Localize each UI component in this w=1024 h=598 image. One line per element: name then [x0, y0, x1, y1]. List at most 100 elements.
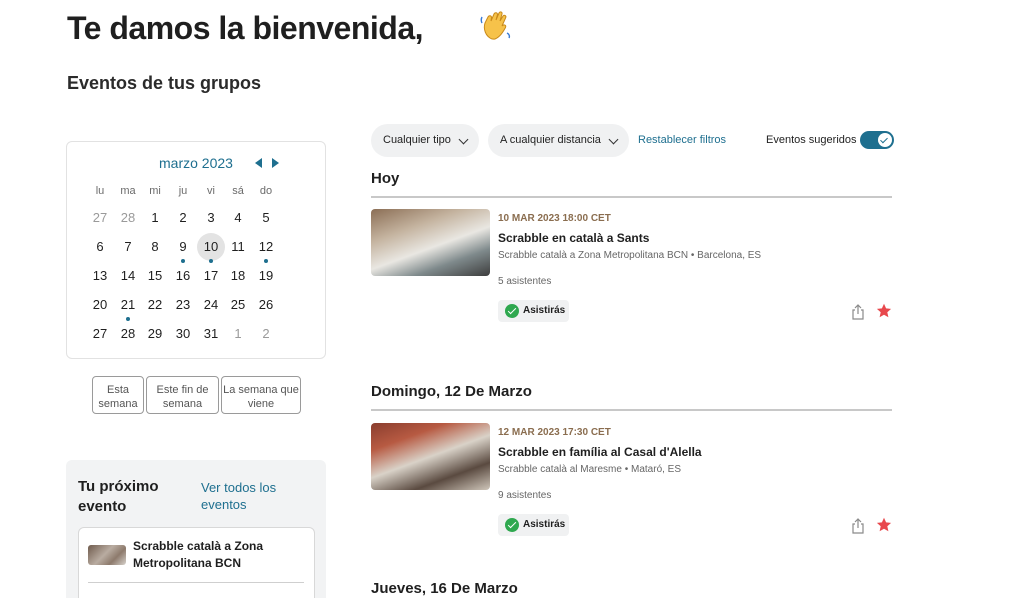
calendar-day-number: 28 [120, 210, 136, 225]
calendar-day[interactable]: 30 [169, 320, 197, 348]
calendar-day[interactable]: 28 [114, 204, 142, 232]
check-circle-icon [505, 304, 519, 318]
prev-month-icon[interactable] [255, 158, 262, 168]
calendar-day[interactable]: 9 [169, 233, 197, 263]
calendar-day[interactable]: 6 [86, 233, 114, 261]
type-filter-label: Cualquier tipo [383, 134, 451, 146]
calendar-day-number: 2 [179, 210, 187, 225]
event-title[interactable]: Scrabble en família al Casal d'Alella [498, 445, 702, 459]
calendar-day[interactable]: 21 [114, 291, 142, 321]
calendar-day[interactable]: 11 [224, 233, 252, 261]
calendar-day[interactable]: 27 [86, 320, 114, 348]
calendar-day[interactable]: 16 [169, 262, 197, 290]
welcome-heading: Te damos la bienvenida, [67, 10, 424, 46]
next-event-card[interactable]: Scrabble català a Zona Metropolitana BCN [78, 527, 315, 598]
calendar-day[interactable]: 19 [252, 262, 280, 290]
calendar-day-number: 13 [92, 268, 108, 283]
calendar-day-number: 25 [230, 297, 246, 312]
weekday-label: vi [207, 185, 215, 197]
attending-badge: Asistirás [498, 514, 569, 536]
reset-filters-link[interactable]: Restablecer filtros [638, 134, 726, 146]
star-icon[interactable] [876, 303, 892, 319]
calendar-day-number: 7 [124, 239, 132, 254]
calendar-day[interactable]: 17 [197, 262, 225, 290]
weekday-label: ju [178, 185, 188, 197]
calendar-day[interactable]: 14 [114, 262, 142, 290]
distance-filter-label: A cualquier distancia [500, 134, 601, 146]
calendar-day[interactable]: 1 [141, 204, 169, 232]
share-icon[interactable] [851, 304, 865, 320]
toggle-knob [878, 133, 892, 147]
weekday-label: lu [95, 185, 105, 197]
calendar-day-number: 11 [231, 239, 245, 254]
calendar-day-number: 31 [203, 326, 219, 341]
event-image[interactable] [371, 423, 490, 490]
calendar-day[interactable]: 13 [86, 262, 114, 290]
calendar-day[interactable]: 24 [197, 291, 225, 319]
next-week-button[interactable]: La semana que viene [221, 376, 301, 414]
calendar-day-number: 17 [203, 268, 219, 283]
distance-filter-dropdown[interactable]: A cualquier distancia [488, 124, 629, 157]
check-circle-icon [505, 518, 519, 532]
calendar-day-number: 21 [120, 297, 136, 312]
calendar-day-number: 3 [207, 210, 215, 225]
calendar-day-number: 27 [92, 326, 108, 341]
next-month-icon[interactable] [272, 158, 279, 168]
calendar-day[interactable]: 7 [114, 233, 142, 261]
calendar-day[interactable]: 8 [141, 233, 169, 261]
calendar-day-number: 28 [120, 326, 136, 341]
day-heading: Hoy [371, 170, 400, 187]
calendar-day[interactable]: 26 [252, 291, 280, 319]
event-date: 12 MAR 2023 17:30 CET [498, 427, 611, 438]
calendar-day-number: 14 [120, 268, 136, 283]
calendar-day[interactable]: 3 [197, 204, 225, 232]
event-title[interactable]: Scrabble en català a Sants [498, 231, 649, 245]
calendar-day[interactable]: 2 [252, 320, 280, 348]
calendar-day[interactable]: 15 [141, 262, 169, 290]
attending-label: Asistirás [523, 305, 566, 316]
calendar-day[interactable]: 31 [197, 320, 225, 348]
calendar-day[interactable]: 22 [141, 291, 169, 319]
calendar-day-number: 10 [203, 239, 219, 254]
calendar-day-number: 9 [179, 239, 187, 254]
calendar-day[interactable]: 18 [224, 262, 252, 290]
type-filter-dropdown[interactable]: Cualquier tipo [371, 124, 479, 157]
calendar-day[interactable]: 29 [141, 320, 169, 348]
calendar-day[interactable]: 12 [252, 233, 280, 263]
event-attendees: 9 asistentes [498, 490, 552, 501]
calendar-day[interactable]: 10 [197, 233, 225, 263]
calendar-day-number: 19 [258, 268, 274, 283]
calendar-day-number: 16 [175, 268, 191, 283]
calendar-day[interactable]: 4 [224, 204, 252, 232]
weekday-label: do [259, 185, 273, 197]
event-group: Scrabble català a Zona Metropolitana BCN… [498, 250, 762, 261]
event-image[interactable] [371, 209, 490, 276]
calendar-header: marzo 2023 [67, 155, 325, 175]
calendar-day[interactable]: 25 [224, 291, 252, 319]
calendar-day[interactable]: 5 [252, 204, 280, 232]
calendar-day[interactable]: 23 [169, 291, 197, 319]
star-icon[interactable] [876, 517, 892, 533]
calendar-day[interactable]: 2 [169, 204, 197, 232]
check-icon [880, 135, 888, 144]
calendar-day-number: 30 [175, 326, 191, 341]
view-all-events-link[interactable]: Ver todos los eventos [201, 479, 291, 513]
share-icon[interactable] [851, 518, 865, 534]
calendar-day[interactable]: 28 [114, 320, 142, 348]
suggested-events-toggle[interactable] [860, 131, 894, 149]
calendar-day-number: 5 [262, 210, 270, 225]
this-weekend-button[interactable]: Este fin de semana [146, 376, 219, 414]
calendar-day[interactable]: 27 [86, 204, 114, 232]
next-event-thumbnail [88, 545, 126, 565]
calendar-day[interactable]: 20 [86, 291, 114, 319]
attending-badge: Asistirás [498, 300, 569, 322]
calendar: marzo 2023 lu ma mi ju vi sá do 27 28 1 2 3 4 5 6 7 8 9 10… [66, 141, 326, 359]
calendar-day-number: 24 [203, 297, 219, 312]
calendar-day-number: 29 [147, 326, 163, 341]
calendar-day-number: 6 [96, 239, 104, 254]
event-attendees: 5 asistentes [498, 276, 552, 287]
calendar-day-number: 1 [234, 326, 242, 341]
calendar-day[interactable]: 1 [224, 320, 252, 348]
this-week-button[interactable]: Esta semana [92, 376, 144, 414]
weekday-label: ma [120, 185, 136, 197]
